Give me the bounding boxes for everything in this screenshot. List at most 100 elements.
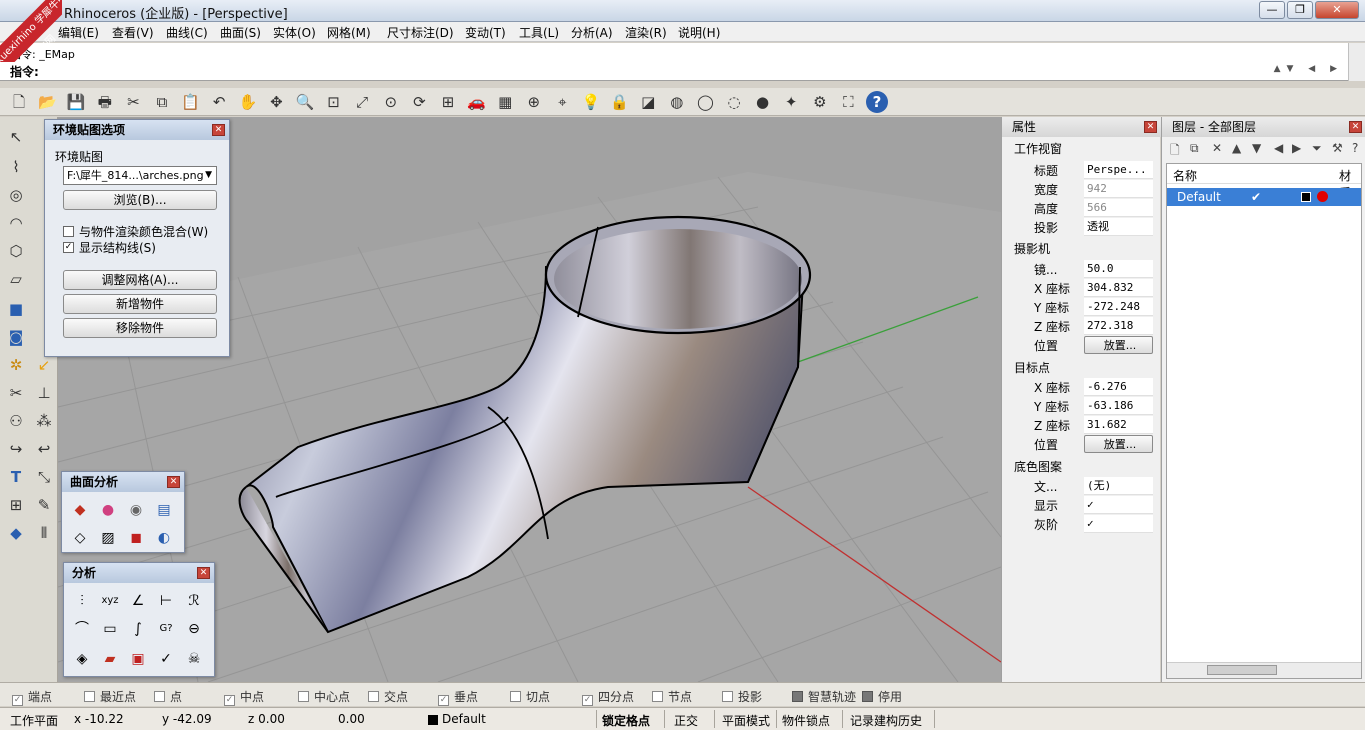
osnap-checkbox[interactable]: ✓ (438, 695, 449, 706)
save-icon[interactable]: 💾 (65, 91, 87, 113)
box-icon[interactable]: ■ (4, 297, 28, 321)
undo-icon[interactable]: ↶ (208, 91, 230, 113)
osnap-checkbox[interactable] (652, 691, 663, 702)
group-icon[interactable]: ⚇ (4, 409, 28, 433)
menu-solid[interactable]: 实体(O) (273, 24, 316, 41)
osnap-checkbox[interactable] (862, 691, 873, 702)
minimize-button[interactable]: — (1259, 1, 1285, 19)
osnap-item[interactable]: ✓ 垂点 (438, 688, 478, 706)
curve-continuity-icon[interactable]: ∫ (126, 617, 150, 641)
camera-prop-value[interactable]: 放置... (1084, 336, 1153, 354)
status-layer[interactable]: Default (442, 712, 486, 726)
paste-icon[interactable]: 📋 (180, 91, 202, 113)
sphere-mesh-icon[interactable]: ◌ (723, 91, 745, 113)
osnap-item[interactable]: 交点 (368, 688, 408, 705)
camera-prop-value[interactable]: 50.0 (1084, 260, 1153, 278)
fillet-icon[interactable]: ↪ (4, 437, 28, 461)
car-icon[interactable]: 🚗 (466, 91, 488, 113)
color-wheel-icon[interactable]: ◍ (666, 91, 688, 113)
layer-icon[interactable]: ◪ (637, 91, 659, 113)
camera-prop-value[interactable]: 304.832 (1084, 279, 1153, 297)
delete-layer-icon[interactable]: ✕ (1212, 141, 1222, 155)
ungroup-icon[interactable]: ⁂ (32, 409, 56, 433)
snap-icon[interactable]: ⊕ (523, 91, 545, 113)
status-history[interactable]: 记录建构历史 (850, 712, 922, 729)
wallpaper-prop-value[interactable]: (无) (1084, 477, 1153, 495)
close-icon[interactable]: ✕ (1144, 121, 1157, 133)
osnap-checkbox[interactable]: ✓ (224, 695, 235, 706)
new-layer-icon[interactable]: 🗋 (1170, 141, 1180, 162)
distance-icon[interactable]: ⫶ (70, 589, 94, 613)
menu-view[interactable]: 查看(V) (112, 24, 154, 41)
viewport-prop-value[interactable]: Perspe... (1084, 161, 1153, 179)
copy-icon[interactable]: ⧉ (151, 91, 173, 113)
osnap-checkbox[interactable] (154, 691, 165, 702)
thickness-icon[interactable]: ▨ (96, 526, 120, 550)
layers-horizontal-scrollbar[interactable] (1167, 662, 1361, 678)
measure-icon[interactable]: ⫴ (32, 521, 56, 545)
edge-analysis-icon[interactable]: ◇ (68, 526, 92, 550)
osnap-item[interactable]: ✓ 端点 (12, 688, 52, 706)
menu-dimension[interactable]: 尺寸标注(D) (387, 24, 454, 41)
osnap-item[interactable]: 停用 (862, 688, 902, 705)
status-grid-snap[interactable]: 锁定格点 (602, 712, 650, 729)
edit-icon[interactable]: ✎ (32, 493, 56, 517)
osnap-item[interactable]: 切点 (510, 688, 550, 705)
gear-icon[interactable]: ⚙ (809, 91, 831, 113)
osnap-item[interactable]: ✓ 四分点 (582, 688, 634, 706)
move-left-icon[interactable]: ◀ (1274, 141, 1283, 155)
print-icon[interactable]: 🖶 (94, 91, 116, 113)
draft-angle-icon[interactable]: ● (96, 498, 120, 522)
add-object-button[interactable]: 新增物件 (63, 294, 217, 314)
camera-prop-value[interactable]: -272.248 (1084, 298, 1153, 316)
cube-check-icon[interactable]: ▣ (126, 647, 150, 671)
move-up-icon[interactable]: ▲ (1232, 141, 1241, 155)
zoom-selected-icon[interactable]: ⊙ (380, 91, 402, 113)
grid-icon[interactable]: ▦ (494, 91, 516, 113)
polyline-icon[interactable]: ⌇ (4, 155, 28, 179)
selection-icon[interactable]: ⛶ (837, 91, 859, 113)
osnap-checkbox[interactable] (722, 691, 733, 702)
blend-checkbox[interactable] (63, 226, 74, 237)
sphere-wire-icon[interactable]: ◯ (694, 91, 716, 113)
env-map-file-select[interactable]: F:\犀牛_814...\arches.png ▼ (63, 166, 217, 185)
color-zebra-icon[interactable]: ▰ (98, 647, 122, 671)
close-icon[interactable]: ✕ (1349, 121, 1362, 133)
column-name[interactable]: 名称 (1173, 167, 1197, 184)
menu-mesh[interactable]: 网格(M) (327, 24, 371, 41)
osnap-item[interactable]: 节点 (652, 688, 692, 705)
select-arrow-icon[interactable]: ↖ (4, 125, 28, 149)
gear-icon[interactable]: ✲ (4, 353, 28, 377)
maximize-button[interactable]: ❐ (1287, 1, 1313, 19)
osnap-icon[interactable]: ⌖ (551, 91, 573, 113)
viewport-prop-value[interactable]: 透视 (1084, 218, 1153, 236)
osnap-item[interactable]: 智慧轨迹 (792, 688, 856, 705)
menu-curve[interactable]: 曲线(C) (166, 24, 208, 41)
menu-render[interactable]: 渲染(R) (625, 24, 667, 41)
render-icon[interactable]: ✦ (780, 91, 802, 113)
filter-icon[interactable]: ⏷ (1312, 141, 1322, 156)
curvature-graph-icon[interactable]: ⌒ (70, 617, 94, 641)
menu-transform[interactable]: 变动(T) (465, 24, 506, 41)
rotate-view-icon[interactable]: ✥ (265, 91, 287, 113)
geometric-continuity-icon[interactable]: G? (154, 617, 178, 641)
trim-icon[interactable]: ✂ (4, 381, 28, 405)
deviation-icon[interactable]: ⊖ (182, 617, 206, 641)
dimension-icon[interactable]: ⤡ (32, 465, 56, 489)
length-icon[interactable]: ⊢ (154, 589, 178, 613)
close-button[interactable]: ✕ (1315, 1, 1359, 19)
menu-analyze[interactable]: 分析(A) (571, 24, 613, 41)
curvature-analysis-icon[interactable]: ◆ (68, 498, 92, 522)
help-icon[interactable]: ? (1352, 141, 1358, 155)
camera-prop-value[interactable]: 272.318 (1084, 317, 1153, 335)
split-icon[interactable]: ⊥ (32, 381, 56, 405)
osnap-checkbox[interactable]: ✓ (582, 695, 593, 706)
close-icon[interactable]: ✕ (197, 567, 210, 579)
wallpaper-prop-value[interactable]: ✓ (1084, 515, 1153, 533)
command-scroll-arrows[interactable]: ▲▼ ◀ ▶ (1274, 64, 1343, 74)
bounding-box-icon[interactable]: ▭ (98, 617, 122, 641)
show-structure-checkbox[interactable]: ✓ (63, 242, 74, 253)
environment-map-icon[interactable]: ◉ (124, 498, 148, 522)
help-icon[interactable]: ? (866, 91, 888, 113)
polygon-icon[interactable]: ⬡ (4, 239, 28, 263)
